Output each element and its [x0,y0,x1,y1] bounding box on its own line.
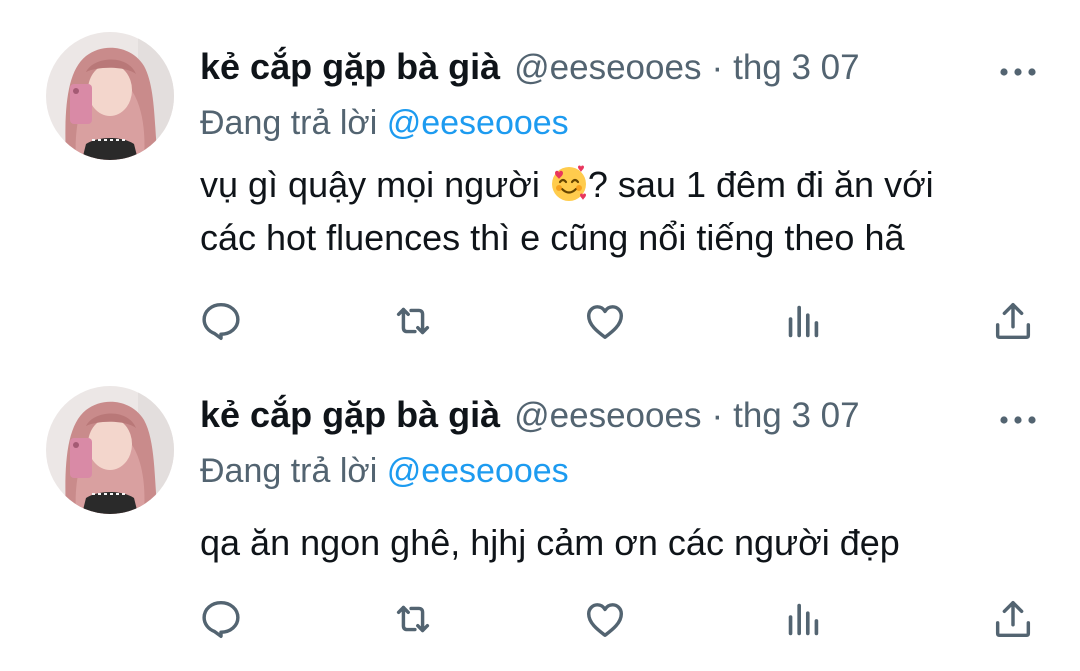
views-icon[interactable] [780,298,826,344]
tweet-text-segment: ? sau 1 đêm đi ăn với [587,164,934,205]
avatar-image [46,386,174,514]
tweet-text-line: qa ăn ngon ghê, hjhj cảm ơn các người đẹ… [200,522,900,563]
tweet-header: kẻ cắp gặp bà già @eeseooes · thg 3 07 [200,46,860,94]
views-icon[interactable] [780,596,826,642]
share-icon[interactable] [990,298,1036,344]
author-name[interactable]: kẻ cắp gặp bà già [200,394,500,436]
tweet-date[interactable]: thg 3 07 [733,396,860,436]
replying-to-label: Đang trả lời [200,104,387,142]
tweet-date[interactable]: thg 3 07 [733,48,860,88]
tweet-text-line: vụ gì quậy mọi người ? sau 1 đêm đi ăn v… [200,158,934,211]
separator: · [711,48,724,87]
more-icon[interactable] [996,412,1040,428]
avatar[interactable] [46,32,174,160]
like-icon[interactable] [582,596,628,642]
like-icon[interactable] [582,298,628,344]
tweet-text: vụ gì quậy mọi người ? sau 1 đêm đi ăn v… [200,158,934,264]
separator: · [711,396,724,435]
replying-to-label: Đang trả lời [200,452,387,490]
retweet-icon[interactable] [390,596,436,642]
replying-to: Đang trả lời @eeseooes [200,452,569,491]
author-handle[interactable]: @eeseooes [514,48,701,88]
tweet-header: kẻ cắp gặp bà già @eeseooes · thg 3 07 [200,394,860,442]
share-icon[interactable] [990,596,1036,642]
avatar[interactable] [46,386,174,514]
smiling-face-with-hearts-icon [550,164,588,202]
author-name[interactable]: kẻ cắp gặp bà già [200,46,500,88]
tweet-text-segment: vụ gì quậy mọi người [200,164,550,205]
tweet-text: qa ăn ngon ghê, hjhj cảm ơn các người đẹ… [200,516,900,569]
replying-to: Đang trả lời @eeseooes [200,104,569,143]
avatar-image [46,32,174,160]
more-icon[interactable] [996,64,1040,80]
reply-icon[interactable] [198,596,244,642]
reply-icon[interactable] [198,298,244,344]
author-handle[interactable]: @eeseooes [514,396,701,436]
reply-mention-link[interactable]: @eeseooes [387,452,569,490]
reply-mention-link[interactable]: @eeseooes [387,104,569,142]
retweet-icon[interactable] [390,298,436,344]
tweet-text-line: các hot fluences thì e cũng nổi tiếng th… [200,217,905,258]
